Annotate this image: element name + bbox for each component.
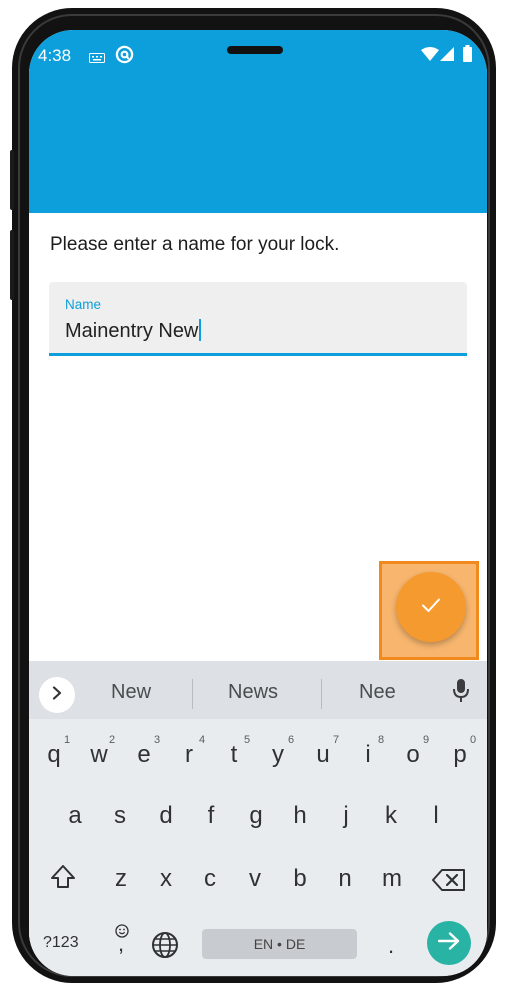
key-hint: 1 [64, 734, 71, 746]
speaker-notch [227, 46, 283, 54]
expand-suggestions-button[interactable] [39, 677, 75, 713]
suggestion-2[interactable]: News [228, 681, 278, 704]
shift-icon[interactable] [49, 863, 77, 896]
power-button [10, 230, 14, 300]
key-d[interactable]: d [146, 802, 186, 830]
key-hint: 7 [333, 734, 340, 746]
key-x[interactable]: x [146, 865, 186, 893]
key-hint: 9 [423, 734, 430, 746]
status-time: 4:38 [38, 46, 72, 65]
text-cursor [199, 319, 202, 341]
suggestion-divider [321, 679, 322, 709]
key-v[interactable]: v [235, 865, 275, 893]
screen: 4:38 Please enter a name for your lock. … [29, 30, 487, 976]
confirm-button[interactable] [396, 572, 466, 642]
arrow-right-icon [437, 931, 460, 955]
backspace-icon[interactable] [432, 868, 466, 897]
battery-icon [463, 45, 472, 67]
key-hint: 6 [288, 734, 295, 746]
instruction-text: Please enter a name for your lock. [50, 234, 340, 255]
mic-icon[interactable] [453, 679, 469, 708]
key-hint: 0 [470, 734, 477, 746]
key-hint: 4 [199, 734, 206, 746]
symbols-key[interactable]: ?123 [43, 934, 79, 952]
suggestion-1[interactable]: New [111, 681, 151, 704]
key-hint: 8 [378, 734, 385, 746]
globe-icon[interactable] [151, 931, 179, 964]
key-hint: 3 [154, 734, 161, 746]
key-l[interactable]: l [416, 802, 456, 830]
space-key-label: EN • DE [253, 936, 306, 952]
signal-icon [440, 47, 454, 66]
key-j[interactable]: j [326, 802, 366, 830]
wifi-icon [421, 47, 439, 66]
key-hint: 5 [244, 734, 251, 746]
field-value-row: Mainentry New [65, 319, 202, 343]
chevron-right-icon [51, 685, 63, 705]
suggestion-3[interactable]: Nee [359, 681, 396, 704]
suggestion-strip: New News Nee [29, 661, 487, 719]
comma-key[interactable]: , [118, 931, 124, 957]
key-k[interactable]: k [371, 802, 411, 830]
app-bar: 4:38 [29, 30, 487, 213]
key-z[interactable]: z [101, 865, 141, 893]
volume-button [10, 150, 14, 210]
field-label: Name [65, 297, 102, 312]
key-s[interactable]: s [100, 802, 140, 830]
key-c[interactable]: c [190, 865, 230, 893]
lock-name-field[interactable]: Name Mainentry New [49, 282, 467, 356]
check-icon [419, 593, 443, 622]
key-n[interactable]: n [325, 865, 365, 893]
key-b[interactable]: b [280, 865, 320, 893]
period-key[interactable]: . [388, 933, 394, 959]
soft-keyboard: New News Nee q 1 w 2 e 3 r 4 t 5 y 6 u 7… [29, 661, 487, 976]
keyboard-icon [89, 50, 105, 68]
key-h[interactable]: h [280, 802, 320, 830]
field-value: Mainentry New [65, 320, 199, 342]
at-sign-icon [115, 45, 134, 69]
key-f[interactable]: f [191, 802, 231, 830]
enter-key[interactable] [427, 921, 471, 965]
key-g[interactable]: g [236, 802, 276, 830]
space-key[interactable]: EN • DE [202, 929, 357, 959]
key-a[interactable]: a [55, 802, 95, 830]
status-bar: 4:38 [29, 30, 487, 80]
key-hint: 2 [109, 734, 116, 746]
suggestion-divider [192, 679, 193, 709]
key-m[interactable]: m [372, 865, 412, 893]
